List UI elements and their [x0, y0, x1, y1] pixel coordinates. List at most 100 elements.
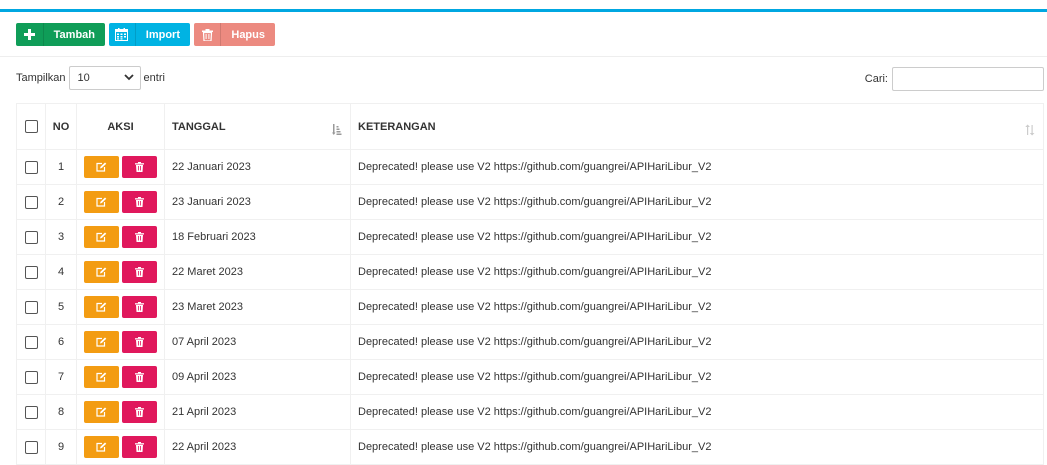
row-keterangan: Deprecated! please use V2 https://github…	[350, 359, 1044, 395]
edit-button[interactable]	[84, 331, 119, 353]
row-keterangan: Deprecated! please use V2 https://github…	[350, 289, 1044, 325]
edit-button[interactable]	[84, 261, 119, 283]
calendar-icon	[109, 23, 136, 46]
row-no: 7	[45, 359, 77, 395]
row-checkbox[interactable]	[24, 300, 38, 314]
trash-icon	[135, 372, 144, 382]
select-all-checkbox[interactable]	[24, 120, 38, 133]
row-checkbox[interactable]	[24, 195, 38, 209]
divider	[0, 56, 1047, 57]
edit-button[interactable]	[84, 156, 119, 178]
row-checkbox[interactable]	[24, 370, 38, 384]
hapus-button[interactable]: Hapus	[194, 23, 275, 46]
delete-button[interactable]	[122, 261, 157, 283]
row-tanggal: 21 April 2023	[164, 394, 351, 430]
table-row: 5 23 Maret 2023 Deprecated! please use V…	[16, 289, 1044, 325]
row-aksi	[76, 219, 165, 255]
header-tanggal[interactable]: TANGGAL	[164, 103, 351, 150]
row-no: 3	[45, 219, 77, 255]
top-accent-border	[0, 9, 1047, 12]
trash-icon	[135, 267, 144, 277]
length-value: 10	[77, 72, 90, 84]
length-select[interactable]: 10	[68, 66, 141, 90]
table-row: 7 09 April 2023 Deprecated! please use V…	[16, 359, 1044, 395]
row-select-cell	[16, 394, 46, 430]
delete-button[interactable]	[122, 401, 157, 423]
row-checkbox[interactable]	[24, 405, 38, 419]
delete-button[interactable]	[122, 436, 157, 458]
header-keterangan[interactable]: KETERANGAN	[350, 103, 1044, 150]
row-checkbox[interactable]	[24, 230, 38, 244]
edit-icon	[96, 407, 107, 417]
row-select-cell	[16, 324, 46, 360]
search-control: Cari:	[865, 67, 1044, 91]
length-control: Tampilkan 10 entri	[16, 66, 165, 90]
row-keterangan: Deprecated! please use V2 https://github…	[350, 254, 1044, 290]
row-tanggal: 22 April 2023	[164, 429, 351, 465]
delete-button[interactable]	[122, 331, 157, 353]
edit-button[interactable]	[84, 401, 119, 423]
hapus-label: Hapus	[231, 28, 265, 41]
delete-button[interactable]	[122, 156, 157, 178]
header-keterangan-label: KETERANGAN	[358, 120, 436, 133]
table-row: 1 22 Januari 2023 Deprecated! please use…	[16, 149, 1044, 185]
edit-button[interactable]	[84, 226, 119, 248]
delete-button[interactable]	[122, 226, 157, 248]
row-checkbox[interactable]	[24, 265, 38, 279]
delete-button[interactable]	[122, 296, 157, 318]
table-row: 2 23 Januari 2023 Deprecated! please use…	[16, 184, 1044, 220]
row-checkbox[interactable]	[24, 160, 38, 174]
row-no: 5	[45, 289, 77, 325]
trash-icon	[135, 197, 144, 207]
row-no: 8	[45, 394, 77, 430]
header-no[interactable]: NO	[45, 103, 77, 150]
tambah-label: Tambah	[53, 28, 95, 41]
edit-button[interactable]	[84, 191, 119, 213]
plus-icon	[16, 23, 44, 46]
table-header-row: NO AKSI TANGGAL KETERANGAN	[16, 103, 1044, 150]
row-keterangan: Deprecated! please use V2 https://github…	[350, 219, 1044, 255]
edit-button[interactable]	[84, 366, 119, 388]
header-tanggal-label: TANGGAL	[172, 120, 226, 133]
chevron-down-icon	[123, 72, 134, 84]
table-row: 4 22 Maret 2023 Deprecated! please use V…	[16, 254, 1044, 290]
row-aksi	[76, 394, 165, 430]
trash-icon	[135, 337, 144, 347]
edit-icon	[96, 197, 107, 207]
table-row: 6 07 April 2023 Deprecated! please use V…	[16, 324, 1044, 360]
edit-icon	[96, 337, 107, 347]
row-keterangan: Deprecated! please use V2 https://github…	[350, 184, 1044, 220]
import-button[interactable]: Import	[109, 23, 190, 46]
row-checkbox[interactable]	[24, 335, 38, 349]
length-prefix: Tampilkan	[16, 72, 66, 84]
edit-button[interactable]	[84, 296, 119, 318]
table-body: 1 22 Januari 2023 Deprecated! please use…	[16, 149, 1044, 465]
row-select-cell	[16, 254, 46, 290]
delete-button[interactable]	[122, 191, 157, 213]
row-aksi	[76, 324, 165, 360]
edit-icon	[96, 267, 107, 277]
import-label: Import	[145, 28, 180, 41]
row-checkbox[interactable]	[24, 440, 38, 454]
select-all-cell	[16, 103, 46, 150]
table-row: 8 21 April 2023 Deprecated! please use V…	[16, 394, 1044, 430]
row-no: 1	[45, 149, 77, 185]
trash-icon	[135, 162, 144, 172]
row-aksi	[76, 149, 165, 185]
tambah-button[interactable]: Tambah	[16, 23, 105, 46]
trash-icon	[135, 232, 144, 242]
edit-button[interactable]	[84, 436, 119, 458]
row-tanggal: 07 April 2023	[164, 324, 351, 360]
row-aksi	[76, 254, 165, 290]
row-aksi	[76, 289, 165, 325]
row-select-cell	[16, 149, 46, 185]
row-keterangan: Deprecated! please use V2 https://github…	[350, 429, 1044, 465]
row-keterangan: Deprecated! please use V2 https://github…	[350, 149, 1044, 185]
row-tanggal: 22 Januari 2023	[164, 149, 351, 185]
delete-button[interactable]	[122, 366, 157, 388]
trash-icon	[135, 302, 144, 312]
row-select-cell	[16, 219, 46, 255]
edit-icon	[96, 442, 107, 452]
search-input[interactable]	[892, 67, 1044, 91]
table-row: 9 22 April 2023 Deprecated! please use V…	[16, 429, 1044, 465]
